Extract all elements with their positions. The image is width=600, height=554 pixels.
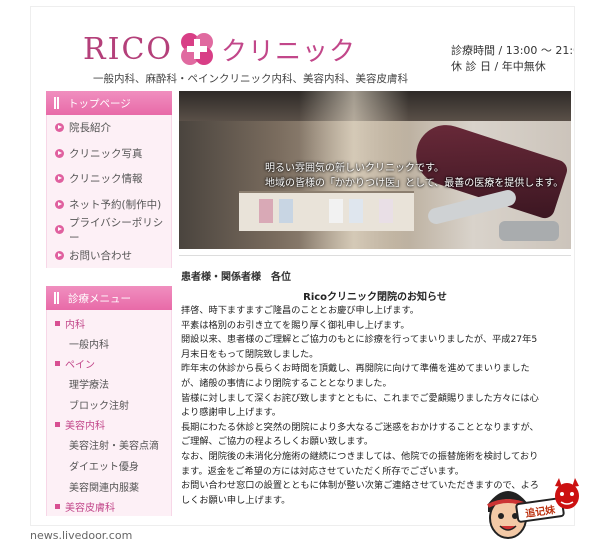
menu-item-physio[interactable]: 理学療法 [47,373,171,394]
sidebar-item-photos[interactable]: クリニック写真 [47,141,171,167]
logo-clinic-text: クリニック [221,36,357,67]
square-bullet-icon [55,321,60,326]
notice-line: 皆様に対しまして深くお詫び致しますとともに、これまでご愛顧賜りました方々には心 [181,392,539,404]
sidebar-item-label: 院長紹介 [69,122,111,135]
square-bullet-icon [55,422,60,427]
square-bullet-icon [55,504,60,509]
arrow-bullet-icon [55,250,64,260]
photo-shelf-item [279,199,293,223]
menu-item-block-injection[interactable]: ブロック注射 [47,394,171,415]
caption-line: 明るい雰囲気の新しいクリニックです。 [265,163,444,174]
logo-rico-text: RICO [83,31,173,67]
photo-shelf-item [379,199,393,223]
menu-item-oral-medicine[interactable]: 美容関連内服薬 [47,476,171,497]
notice-line: が、諸般の事情により閉院することとなりました。 [181,377,392,389]
menu-category-label: 美容皮膚科 [65,503,115,514]
arrow-bullet-icon [55,174,64,184]
menu-item-beauty-injection[interactable]: 美容注射・美容点滴 [47,434,171,455]
menu-category-label: 美容内科 [65,421,105,432]
header-bar-icon [54,292,56,304]
devil-icon [555,478,579,509]
menu-category-beauty-derm[interactable]: 美容皮膚科 [47,497,171,516]
site-header: RICO クリニック 一般内科、麻酔科・ペインクリニック内科、美容内科、美容皮膚… [31,7,575,91]
notice-line: 開設以来、患者様のご理解とご協力のもとに診療を行ってまいりましたが、平成27年5 [181,334,538,346]
sidebar-item-privacy[interactable]: プライバシーポリシー [47,216,171,244]
menu-category-beauty-internal[interactable]: 美容内科 [47,415,171,434]
menu-category-label: 内科 [65,320,85,331]
sidebar-item-label: お問い合わせ [69,249,132,262]
photo-chair-base [499,221,559,241]
arrow-bullet-icon [55,199,64,209]
notice-line: 月末日をもって閉院致しました。 [181,348,319,360]
menu-category-label: ペイン [65,360,95,371]
sidebar-item-label: クリニック情報 [69,173,143,186]
sidebar-item-label: クリニック写真 [69,147,143,160]
header-bar-icon [54,97,56,109]
sidebar-nav: トップページ 院長紹介 クリニック写真 クリニック情報 ネット予約(制作中) プ… [46,91,172,525]
clinic-interior-photo: 明るい雰囲気の新しいクリニックです。 地域の皆様の「かかりつけ医」として、最善の… [179,91,571,249]
banner-caption: 明るい雰囲気の新しいクリニックです。 地域の皆様の「かかりつけ医」として、最善の… [265,161,563,191]
sidebar-gap [46,268,172,286]
arrow-bullet-icon [55,148,64,158]
sidebar-link-list: 院長紹介 クリニック写真 クリニック情報 ネット予約(制作中) プライバシーポリ… [46,115,172,268]
treatment-menu-list: 内科 一般内科 ペイン 理学療法 ブロック注射 美容内科 美容注射・美容点滴 ダ… [46,310,172,516]
arrow-bullet-icon [55,123,64,133]
sidebar-top-label: トップページ [68,97,131,110]
clinic-logo[interactable]: RICO クリニック [83,29,356,69]
notice-line: 拝啓、時下ますますご隆昌のこととお慶び申し上げます。 [181,305,419,316]
photo-shelf-item [259,199,273,223]
notice-line: 昨年末の休診から長らくお時間を頂戴し、再開院に向けて準備を進めてまいりました [181,363,530,375]
notice-title: Ricoクリニック閉院のお知らせ [303,292,447,303]
sidebar-top-header[interactable]: トップページ [46,91,172,115]
sidebar-menu-header[interactable]: 診療メニュー [46,286,172,310]
clover-cross-icon [177,29,217,69]
notice-recipients: 患者様・関係者様 各位 [181,272,291,283]
notice-line: 平素は格別のお引き立てを賜り厚く御礼申し上げます。 [181,319,410,331]
menu-category-pain[interactable]: ペイン [47,354,171,373]
notice-line: ご理解、ご協力の程よろしくお願い致します。 [181,436,374,448]
sidebar-item-info[interactable]: クリニック情報 [47,166,171,192]
department-list: 一般内科、麻酔科・ペインクリニック内科、美容内科、美容皮膚科 [93,73,408,85]
sidebar-menu-label: 診療メニュー [68,292,131,305]
notice-line: なお、閉院後の未消化分施術の継続につきましては、他院での振替施術を検討しており [181,450,539,462]
menu-item-diet[interactable]: ダイエット優身 [47,455,171,476]
clinic-hours: 診療時間 / 13:00 ～ 21:00 休 診 日 / 年中無休 [451,43,575,75]
sidebar-item-director[interactable]: 院長紹介 [47,115,171,141]
caption-line: 地域の皆様の「かかりつけ医」として、最善の医療を提供します。 [265,178,564,189]
square-bullet-icon [55,361,60,366]
hours-line: 診療時間 / 13:00 ～ 21:00 [451,44,575,57]
sidebar-item-contact[interactable]: お問い合わせ [47,243,171,269]
arrow-bullet-icon [55,225,64,235]
menu-category-internal[interactable]: 内科 [47,314,171,333]
webpage-frame: RICO クリニック 一般内科、麻酔科・ペインクリニック内科、美容内科、美容皮膚… [30,6,575,526]
sidebar-item-reservation[interactable]: ネット予約(制作中) [47,192,171,218]
photo-shelf-item [349,199,363,223]
sidebar-item-label: プライバシーポリシー [69,216,164,244]
source-credit: news.livedoor.com [30,529,133,542]
photo-shelf-item [329,199,343,223]
closed-days-line: 休 診 日 / 年中無休 [451,60,546,73]
sidebar-item-label: ネット予約(制作中) [69,198,162,211]
notice-line: より感謝申し上げます。 [181,407,281,419]
watermark-stamp: 追记妹 [470,470,590,550]
notice-line: 長期にわたる休診と突然の閉院により多大なるご迷惑をおかけすることとなりますが、 [181,421,539,433]
menu-item-general[interactable]: 一般内科 [47,333,171,354]
